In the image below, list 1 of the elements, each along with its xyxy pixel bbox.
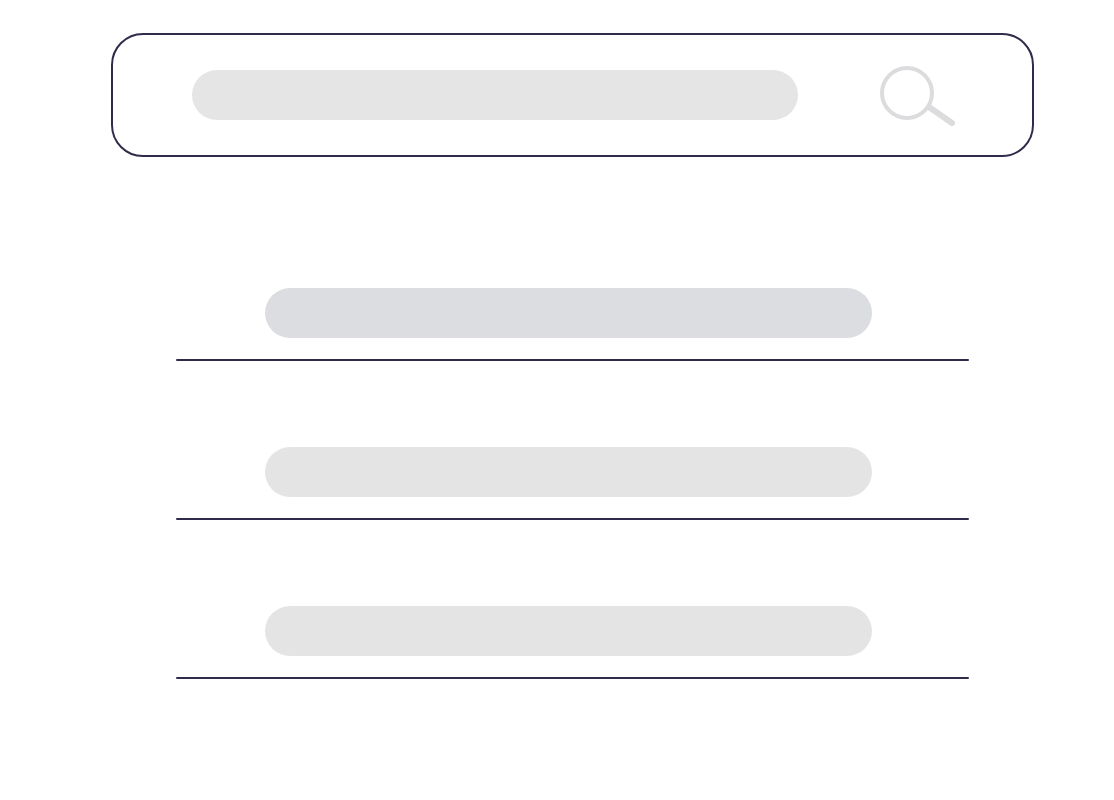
- search-field[interactable]: [111, 33, 1034, 157]
